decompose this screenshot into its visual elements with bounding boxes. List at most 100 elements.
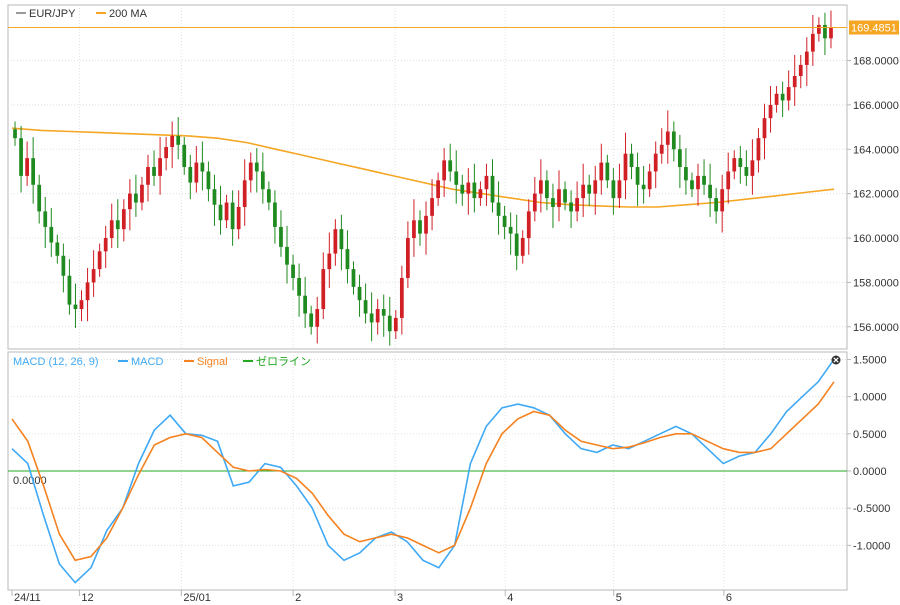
- candle-body: [315, 309, 320, 327]
- candle-body: [665, 131, 670, 145]
- candle-body: [786, 87, 791, 101]
- candle-body: [25, 158, 29, 176]
- candle-body: [381, 309, 386, 316]
- candle-body: [127, 193, 132, 210]
- candle-body: [393, 317, 398, 332]
- candle-body: [218, 204, 223, 221]
- date-label: 3: [397, 592, 403, 604]
- candle-body: [581, 184, 586, 199]
- candle-body: [750, 160, 755, 176]
- candle-body: [563, 189, 567, 203]
- candle-body: [714, 198, 719, 212]
- legend-label-signal: Signal: [197, 356, 228, 368]
- candle-body: [134, 193, 138, 203]
- macd-ytick-label: 0.5000: [853, 429, 887, 441]
- legend-label-macd-params: MACD (12, 26, 9): [13, 356, 99, 368]
- candle-body: [267, 189, 271, 203]
- price-ytick-label: 156.0000: [853, 322, 899, 334]
- candle-body: [629, 153, 634, 168]
- candle-body: [774, 93, 779, 105]
- candle-body: [303, 295, 308, 314]
- candle-body: [496, 202, 501, 216]
- candle-body: [61, 255, 66, 276]
- candle-body: [569, 202, 573, 212]
- candle-body: [121, 209, 126, 230]
- candle-body: [49, 226, 54, 243]
- candle-body: [170, 135, 175, 148]
- candle-body: [611, 180, 616, 199]
- candle-body: [484, 175, 489, 190]
- candle-body: [406, 238, 410, 278]
- candle-body: [829, 27, 833, 39]
- candle-body: [248, 162, 253, 181]
- last-price-label: 169.4851: [851, 23, 897, 35]
- candle-body: [514, 233, 519, 256]
- price-ytick-label: 164.0000: [853, 144, 899, 156]
- candle-body: [756, 138, 761, 161]
- candle-body: [140, 184, 144, 203]
- candle-body: [375, 309, 380, 323]
- price-ytick-label: 162.0000: [853, 189, 899, 201]
- macd-ytick-label: -1.0000: [853, 540, 890, 552]
- date-label: 25/01: [183, 592, 211, 604]
- candle-body: [623, 153, 628, 181]
- candle-body: [460, 184, 465, 194]
- macd-ytick-label: 0.0000: [853, 466, 887, 478]
- candle-body: [387, 315, 392, 332]
- candle-body: [291, 264, 295, 278]
- candle-body: [593, 180, 598, 194]
- candle-body: [236, 206, 241, 230]
- candle-body: [823, 24, 827, 39]
- candle-body: [442, 160, 447, 181]
- candle-body: [79, 300, 84, 310]
- candle-body: [418, 220, 422, 234]
- candle-body: [641, 184, 646, 190]
- candle-body: [659, 144, 664, 154]
- circle-x-icon[interactable]: [831, 355, 841, 365]
- candle-body: [103, 238, 108, 252]
- candle-body: [696, 175, 700, 190]
- candle-body: [708, 184, 712, 199]
- macd-ytick-label: 1.0000: [853, 392, 887, 404]
- candle-body: [363, 300, 368, 314]
- candle-body: [279, 226, 283, 247]
- candle-body: [152, 167, 156, 176]
- date-label: 6: [726, 592, 732, 604]
- candle-body: [297, 277, 301, 296]
- candle-body: [200, 162, 205, 172]
- candle-body: [333, 229, 338, 254]
- candle-body: [804, 51, 809, 65]
- candle-body: [254, 162, 259, 172]
- candle-body: [792, 76, 797, 88]
- candle-body: [230, 202, 235, 230]
- candle-body: [702, 175, 706, 185]
- candle-body: [158, 158, 162, 176]
- candle-body: [575, 198, 579, 212]
- candle-body: [97, 251, 102, 270]
- candle-body: [369, 313, 374, 323]
- candle-body: [635, 167, 640, 185]
- date-label: 2: [295, 592, 301, 604]
- candle-body: [37, 184, 42, 212]
- legend-label-zero: ゼロライン: [256, 355, 311, 368]
- candle-body: [472, 182, 477, 199]
- candle-body: [599, 162, 604, 181]
- price-ytick-label: 158.0000: [853, 277, 899, 289]
- macd-ytick-label: 1.5000: [853, 354, 887, 366]
- candle-body: [424, 215, 428, 234]
- candle-body: [684, 167, 688, 181]
- candle-body: [357, 286, 362, 301]
- candle-body: [690, 180, 694, 190]
- candle-body: [538, 180, 543, 194]
- price-ytick-label: 160.0000: [853, 233, 899, 245]
- candle-body: [810, 33, 815, 52]
- candle-body: [508, 226, 513, 234]
- candle-body: [768, 104, 773, 119]
- candle-body: [762, 118, 767, 139]
- last-price-tag: 169.4851: [849, 20, 899, 35]
- candle-body: [146, 167, 150, 185]
- candle-body: [339, 229, 344, 250]
- candle-body: [321, 269, 326, 310]
- candle-body: [720, 189, 725, 212]
- candle-body: [436, 180, 440, 199]
